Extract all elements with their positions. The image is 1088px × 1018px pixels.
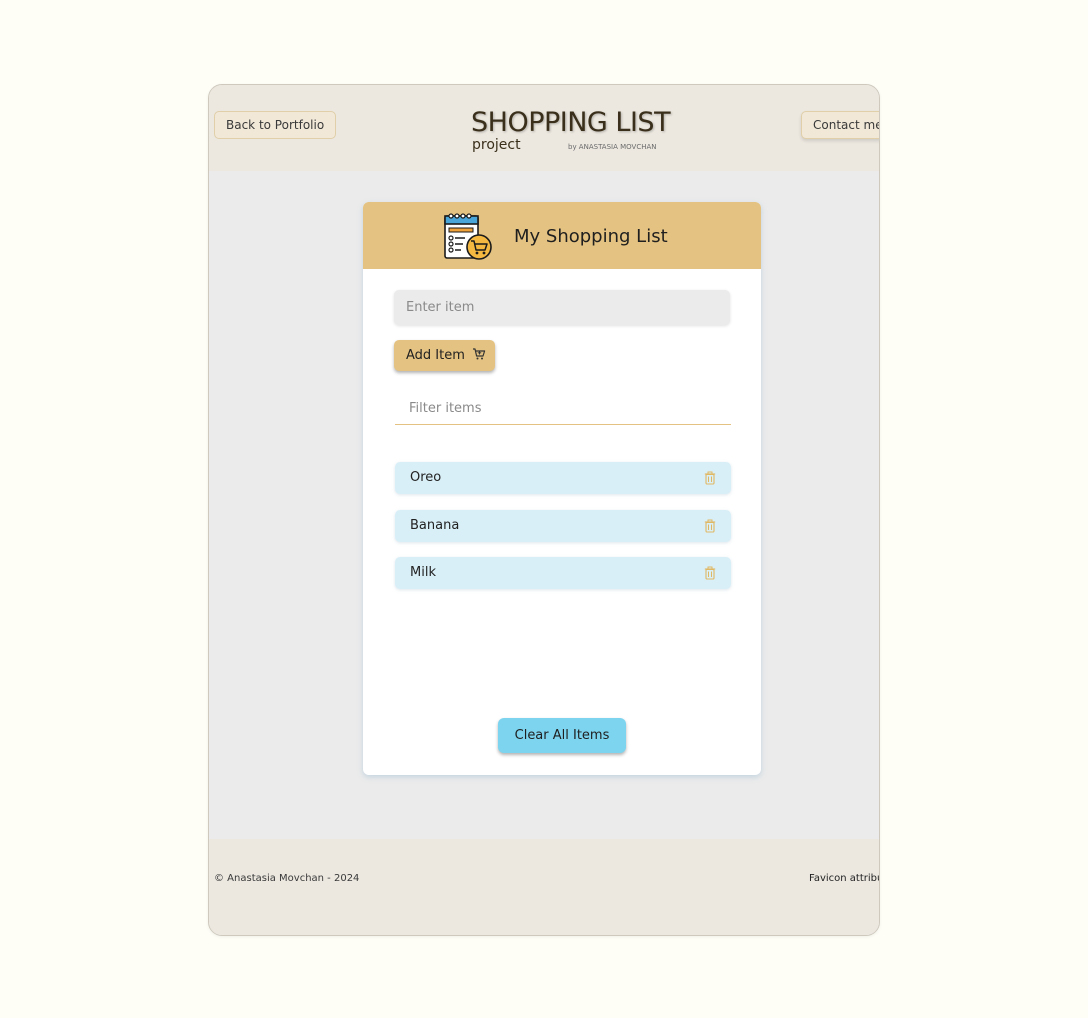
logo-title: SHOPPING LIST	[471, 107, 671, 138]
shopping-list-card: My Shopping List Add Item Oreo	[363, 202, 761, 775]
add-item-label: Add Item	[406, 348, 465, 363]
clear-all-items-button[interactable]: Clear All Items	[498, 718, 626, 753]
filter-input[interactable]	[395, 392, 731, 425]
back-to-portfolio-button[interactable]: Back to Portfolio	[214, 111, 337, 139]
trash-icon[interactable]	[704, 519, 716, 533]
trash-icon[interactable]	[704, 566, 716, 580]
contact-me-button[interactable]: Contact me	[801, 111, 879, 139]
cart-icon	[473, 348, 486, 360]
item-label: Banana	[410, 517, 460, 533]
item-label: Oreo	[410, 470, 442, 485]
list-item[interactable]: Banana	[395, 509, 731, 542]
list-item[interactable]: Milk	[395, 557, 731, 589]
item-input[interactable]	[394, 290, 730, 325]
card-header: My Shopping List	[363, 202, 761, 269]
item-list: Oreo Banana Milk	[395, 462, 731, 605]
copyright-text: © Anastasia Movchan - 2024	[214, 873, 360, 884]
list-item[interactable]: Oreo	[395, 462, 731, 494]
item-label: Milk	[410, 565, 436, 580]
logo-subtitle: project	[472, 137, 521, 153]
site-footer: © Anastasia Movchan - 2024 Favicon attri…	[209, 839, 879, 935]
shopping-list-icon	[444, 213, 492, 260]
favicon-attribution-link[interactable]: Favicon attribut	[809, 873, 879, 884]
logo-byline: by ANASTASIA MOVCHAN	[568, 143, 657, 151]
add-item-button[interactable]: Add Item	[394, 340, 495, 371]
site-logo: SHOPPING LIST project by ANASTASIA MOVCH…	[471, 107, 671, 157]
trash-icon[interactable]	[704, 471, 716, 485]
site-header: Back to Portfolio SHOPPING LIST project …	[209, 85, 879, 171]
app-window: Back to Portfolio SHOPPING LIST project …	[208, 84, 880, 936]
card-title: My Shopping List	[514, 226, 668, 247]
